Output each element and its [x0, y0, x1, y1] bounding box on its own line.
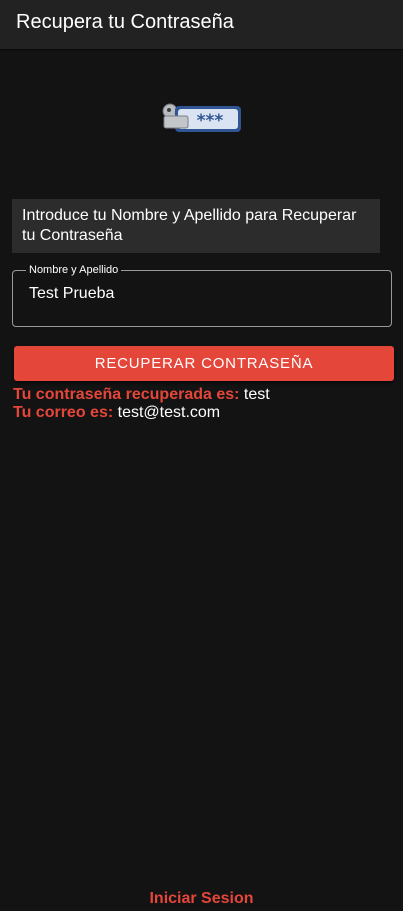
recovered-password-line: Tu contraseña recuperada es: test — [13, 386, 270, 404]
instructions-panel: Introduce tu Nombre y Apellido para Recu… — [12, 199, 380, 253]
app-header: Recupera tu Contraseña — [0, 0, 403, 49]
password-mask-text: *** — [197, 111, 224, 131]
password-key-icon: *** — [162, 103, 241, 132]
recovered-password-value: test — [243, 386, 270, 403]
page-title: Recupera tu Contraseña — [16, 11, 234, 33]
recovered-email-value: test@test.com — [117, 404, 221, 421]
name-field-label: Nombre y Apellido — [26, 263, 122, 277]
login-link[interactable]: Iniciar Sesion — [0, 890, 403, 908]
recovered-email-label: Tu correo es: — [13, 404, 114, 421]
recover-password-button[interactable]: RECUPERAR CONTRASEÑA — [14, 346, 394, 381]
recovered-password-label: Tu contraseña recuperada es: — [13, 386, 240, 403]
name-input[interactable] — [29, 285, 369, 303]
recovered-email-line: Tu correo es: test@test.com — [13, 404, 220, 422]
recover-password-screen: Recupera tu Contraseña *** Introduce tu … — [0, 0, 403, 911]
name-field[interactable]: Nombre y Apellido — [12, 263, 392, 327]
